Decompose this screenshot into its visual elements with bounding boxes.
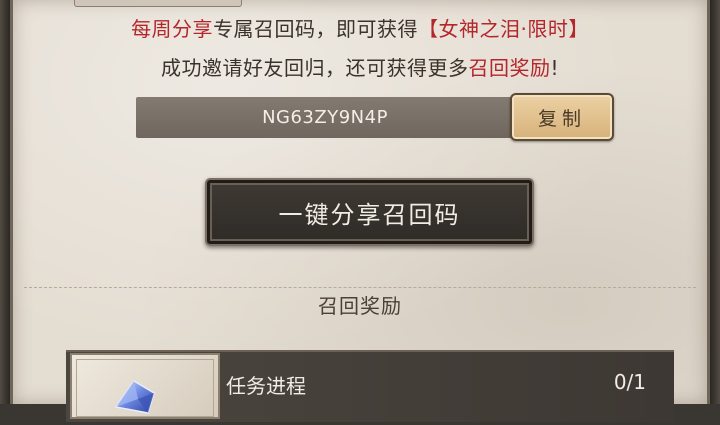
crystal-gem-icon (114, 379, 155, 414)
task-progress-count: 0/1 (613, 370, 646, 394)
section-divider (24, 287, 696, 288)
promo-reward-name: 【女神之泪·限时】 (418, 17, 589, 41)
promo-weekly-share: 每周分享 (131, 17, 214, 41)
task-progress-label: 任务进程 (226, 374, 306, 398)
copy-button[interactable]: 复制 (510, 93, 614, 141)
promo-recall-reward: 召回奖励 (468, 56, 551, 80)
one-click-share-button[interactable]: 一键分享召回码 (205, 178, 534, 246)
promo-line-2: 成功邀请好友回归，还可获得更多召回奖励! (0, 52, 720, 81)
promo-line-2-end: ! (550, 56, 560, 80)
promo-line-1-text: 专属召回码，即可获得 (213, 17, 419, 41)
rewards-section-title: 召回奖励 (318, 294, 402, 318)
promo-line-2-text: 成功邀请好友回归，还可获得更多 (160, 56, 469, 80)
recall-code-field[interactable]: NG63ZY9N4P (136, 97, 514, 138)
promo-line-1: 每周分享专属召回码，即可获得【女神之泪·限时】 (0, 13, 720, 42)
panel-top-tab (74, 0, 242, 7)
